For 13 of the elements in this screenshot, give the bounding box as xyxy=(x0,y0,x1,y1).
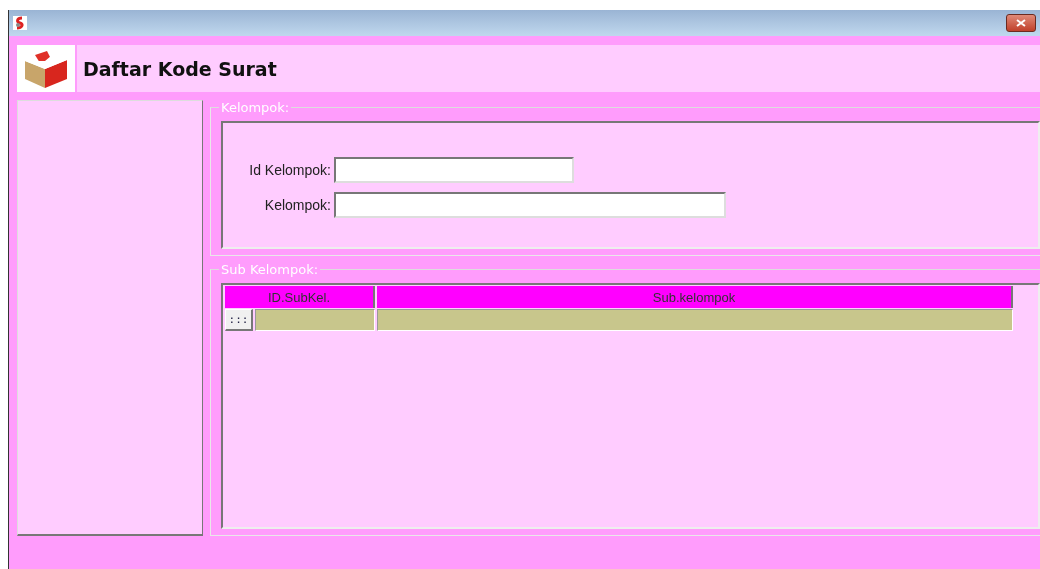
group-legend: Sub Kelompok: xyxy=(219,262,321,277)
input-field[interactable] xyxy=(334,192,726,218)
input-field[interactable] xyxy=(334,157,574,183)
field-label: Id Kelompok: xyxy=(248,162,332,178)
group-legend: Kelompok: xyxy=(219,100,292,115)
column-header[interactable]: Sub.kelompok xyxy=(377,286,1013,308)
column-header[interactable]: ID.SubKel. xyxy=(225,286,375,308)
app-icon xyxy=(13,16,27,30)
field-label: Kelompok: xyxy=(263,197,332,213)
row-selector[interactable]: ::: xyxy=(225,309,253,331)
page-title: Daftar Kode Surat xyxy=(83,57,277,80)
close-button[interactable] xyxy=(1006,14,1036,32)
close-icon xyxy=(1016,19,1026,27)
